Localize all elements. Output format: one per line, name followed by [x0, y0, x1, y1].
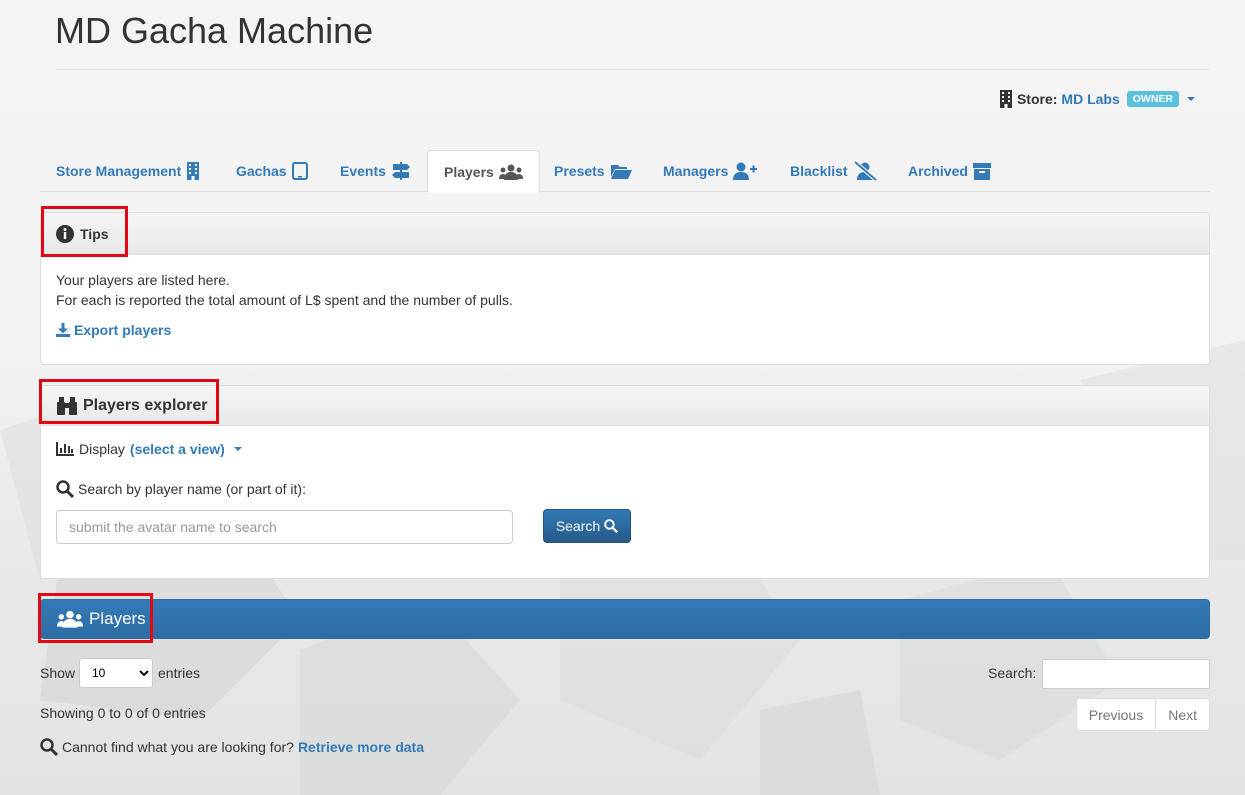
- next-page-button[interactable]: Next: [1155, 699, 1209, 730]
- search-by-name-label: Search by player name (or part of it):: [78, 481, 306, 497]
- entries-label: entries: [158, 665, 201, 681]
- download-icon: [56, 323, 70, 337]
- select-view-dropdown[interactable]: (select a view): [130, 441, 225, 457]
- store-selector[interactable]: Store: MD Labs OWNER: [999, 90, 1195, 108]
- show-label: Show: [40, 665, 76, 681]
- tab-label: Events: [340, 163, 386, 179]
- players-panel-heading: Players: [40, 599, 1210, 639]
- previous-page-button[interactable]: Previous: [1077, 699, 1155, 730]
- archive-icon: [972, 163, 991, 180]
- tab-presets[interactable]: Presets: [538, 150, 648, 192]
- tab-label: Presets: [554, 163, 605, 179]
- signpost-icon: [391, 162, 410, 180]
- table-search-input[interactable]: [1042, 659, 1210, 689]
- store-name[interactable]: MD Labs: [1061, 91, 1119, 107]
- export-players-link[interactable]: Export players: [56, 320, 1194, 340]
- tab-label: Gachas: [236, 163, 287, 179]
- tips-heading: Tips: [41, 213, 1209, 255]
- tips-panel: Tips Your players are listed here. For e…: [40, 212, 1210, 365]
- cannot-find-text: Cannot find what you are looking for?: [62, 739, 294, 755]
- chevron-down-icon[interactable]: [1187, 97, 1195, 101]
- info-circle-icon: [56, 224, 74, 243]
- tips-line-2: For each is reported the total amount of…: [56, 292, 513, 308]
- player-name-search-input[interactable]: [56, 510, 513, 544]
- search-icon: [604, 519, 619, 533]
- retrieve-more-row: Cannot find what you are looking for? Re…: [40, 738, 424, 756]
- page-length-select[interactable]: 10: [79, 658, 153, 688]
- players-panel-title: Players: [89, 609, 146, 628]
- users-icon: [57, 610, 83, 628]
- tips-title: Tips: [80, 225, 109, 242]
- title-divider: [55, 69, 1210, 70]
- binoculars-icon: [57, 396, 77, 415]
- tab-label: Players: [444, 163, 494, 180]
- table-search-label: Search:: [988, 665, 1037, 681]
- search-button[interactable]: Search: [543, 509, 631, 543]
- tab-events[interactable]: Events: [324, 150, 427, 192]
- explorer-heading: Players explorer: [41, 386, 1209, 426]
- display-label: Display: [79, 441, 125, 457]
- building-icon: [187, 162, 200, 180]
- users-icon: [498, 164, 523, 180]
- tab-label: Managers: [663, 163, 729, 179]
- pagination: Previous Next: [1075, 698, 1210, 731]
- display-view-row: Display (select a view): [56, 441, 242, 457]
- tab-managers[interactable]: Managers: [647, 150, 773, 192]
- nav-tabs: Store Management Gachas Events Players P…: [40, 150, 1210, 193]
- chart-bar-icon: [56, 442, 74, 456]
- explorer-title: Players explorer: [83, 396, 208, 414]
- tab-players[interactable]: Players: [427, 150, 540, 193]
- tips-line-1: Your players are listed here.: [56, 272, 230, 288]
- user-plus-icon: [733, 162, 758, 180]
- building-icon: [999, 90, 1012, 108]
- tab-label: Blacklist: [790, 163, 848, 179]
- search-label-row: Search by player name (or part of it):: [56, 480, 306, 498]
- tab-label: Store Management: [56, 163, 182, 179]
- chevron-down-icon[interactable]: [233, 447, 242, 451]
- search-icon: [40, 738, 58, 756]
- search-button-label: Search: [555, 518, 601, 534]
- players-explorer-panel: Players explorer Display (select a view)…: [40, 385, 1210, 579]
- tab-archived[interactable]: Archived: [892, 150, 1007, 192]
- store-label: Store:: [1016, 91, 1058, 107]
- tab-label: Archived: [908, 163, 968, 179]
- export-players-label[interactable]: Export players: [74, 320, 171, 340]
- retrieve-more-data-link[interactable]: Retrieve more data: [298, 739, 424, 755]
- user-slash-icon: [853, 161, 877, 181]
- owner-badge: OWNER: [1126, 91, 1179, 107]
- tablet-icon: [291, 162, 308, 180]
- search-icon: [56, 480, 74, 498]
- page-title: MD Gacha Machine: [55, 10, 374, 51]
- tab-store-management[interactable]: Store Management: [40, 150, 216, 192]
- table-info: Showing 0 to 0 of 0 entries: [40, 705, 206, 721]
- tab-blacklist[interactable]: Blacklist: [774, 150, 893, 192]
- tab-gachas[interactable]: Gachas: [220, 150, 324, 192]
- folder-open-icon: [610, 165, 632, 179]
